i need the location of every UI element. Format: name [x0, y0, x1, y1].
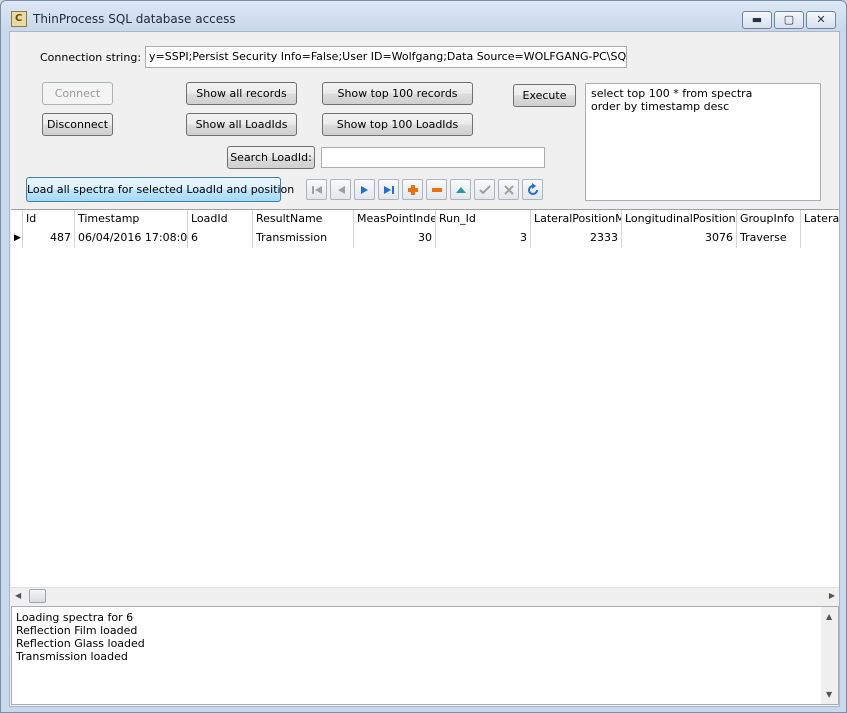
column-header[interactable]: Id	[23, 210, 75, 229]
main-window: C ThinProcess SQL database access ▬ ▢ ✕ …	[0, 0, 847, 713]
scroll-left-icon[interactable]: ◀	[15, 591, 21, 600]
move-previous-icon[interactable]	[330, 179, 351, 200]
post-edit-icon[interactable]	[474, 179, 495, 200]
current-row-indicator-icon: ▶	[11, 229, 23, 248]
table-cell[interactable]: 3	[436, 229, 531, 248]
log-line: Reflection Glass loaded	[16, 637, 145, 650]
vertical-scrollbar[interactable]: ▲ ▼	[821, 607, 838, 704]
connect-button[interactable]: Connect	[42, 82, 113, 105]
column-header[interactable]: Lateral	[801, 210, 839, 229]
execute-button[interactable]: Execute	[513, 84, 576, 107]
maximize-button[interactable]: ▢	[774, 11, 804, 29]
column-header[interactable]: Run_Id	[436, 210, 531, 229]
app-icon: C	[11, 11, 27, 27]
column-header[interactable]: LateralPositionMm	[531, 210, 622, 229]
column-header[interactable]: LongitudinalPositionMm	[622, 210, 737, 229]
log-line: Transmission loaded	[16, 650, 128, 663]
column-header[interactable]: LoadId	[188, 210, 253, 229]
table-cell[interactable]: 3076	[622, 229, 737, 248]
table-cell[interactable]: Transmission	[253, 229, 354, 248]
refresh-icon[interactable]	[522, 179, 543, 200]
column-header[interactable]: MeasPointIndex	[354, 210, 436, 229]
search-loadid-button[interactable]: Search LoadId:	[227, 146, 315, 169]
scroll-right-icon[interactable]: ▶	[829, 591, 835, 600]
records-grid[interactable]: Id Timestamp LoadId ResultName MeasPoint…	[11, 209, 839, 604]
cancel-edit-icon[interactable]	[498, 179, 519, 200]
column-header[interactable]: Timestamp	[75, 210, 188, 229]
load-all-spectra-button[interactable]: Load all spectra for selected LoadId and…	[26, 177, 294, 202]
delete-record-icon[interactable]	[426, 179, 447, 200]
disconnect-button[interactable]: Disconnect	[42, 113, 113, 136]
sql-query-textbox[interactable]: select top 100 * from spectra order by t…	[585, 83, 821, 201]
window-title: ThinProcess SQL database access	[33, 12, 236, 26]
close-button[interactable]: ✕	[806, 11, 836, 29]
table-cell[interactable]: 30	[354, 229, 436, 248]
scroll-up-icon[interactable]: ▲	[826, 610, 832, 623]
log-line: Reflection Film loaded	[16, 624, 138, 637]
scroll-down-icon[interactable]: ▼	[826, 688, 832, 701]
row-indicator-header	[11, 210, 23, 229]
log-line: Loading spectra for 6	[16, 611, 134, 624]
show-top-100-loadids-button[interactable]: Show top 100 LoadIds	[322, 113, 473, 136]
table-cell[interactable]: 06/04/2016 17:08:03	[75, 229, 188, 248]
show-all-records-button[interactable]: Show all records	[186, 82, 297, 105]
column-header[interactable]: GroupInfo	[737, 210, 801, 229]
edit-record-icon[interactable]	[450, 179, 471, 200]
table-cell[interactable]	[801, 229, 839, 248]
table-cell[interactable]: Traverse	[737, 229, 801, 248]
title-bar: C ThinProcess SQL database access ▬ ▢ ✕	[1, 1, 846, 35]
search-loadid-input[interactable]	[321, 147, 545, 168]
move-first-icon[interactable]	[306, 179, 327, 200]
show-all-loadids-button[interactable]: Show all LoadIds	[186, 113, 297, 136]
minimize-button[interactable]: ▬	[742, 11, 772, 29]
column-header[interactable]: ResultName	[253, 210, 354, 229]
show-top-100-records-button[interactable]: Show top 100 records	[322, 82, 473, 105]
connection-string-label: Connection string:	[40, 51, 142, 64]
status-log[interactable]: Loading spectra for 6 Reflection Film lo…	[11, 606, 839, 705]
query-line: order by timestamp desc	[591, 100, 730, 113]
client-area: Connection string: y=SSPI;Persist Securi…	[9, 31, 840, 707]
connection-string-input[interactable]: y=SSPI;Persist Security Info=False;User …	[145, 46, 627, 68]
table-cell[interactable]: 6	[188, 229, 253, 248]
move-last-icon[interactable]	[378, 179, 399, 200]
query-line: select top 100 * from spectra	[591, 87, 753, 100]
move-next-icon[interactable]	[354, 179, 375, 200]
add-record-icon[interactable]	[402, 179, 423, 200]
table-cell[interactable]: 2333	[531, 229, 622, 248]
horizontal-scrollbar[interactable]: ◀ ▶	[11, 587, 839, 604]
scrollbar-thumb[interactable]	[29, 589, 46, 603]
table-cell[interactable]: 487	[23, 229, 75, 248]
